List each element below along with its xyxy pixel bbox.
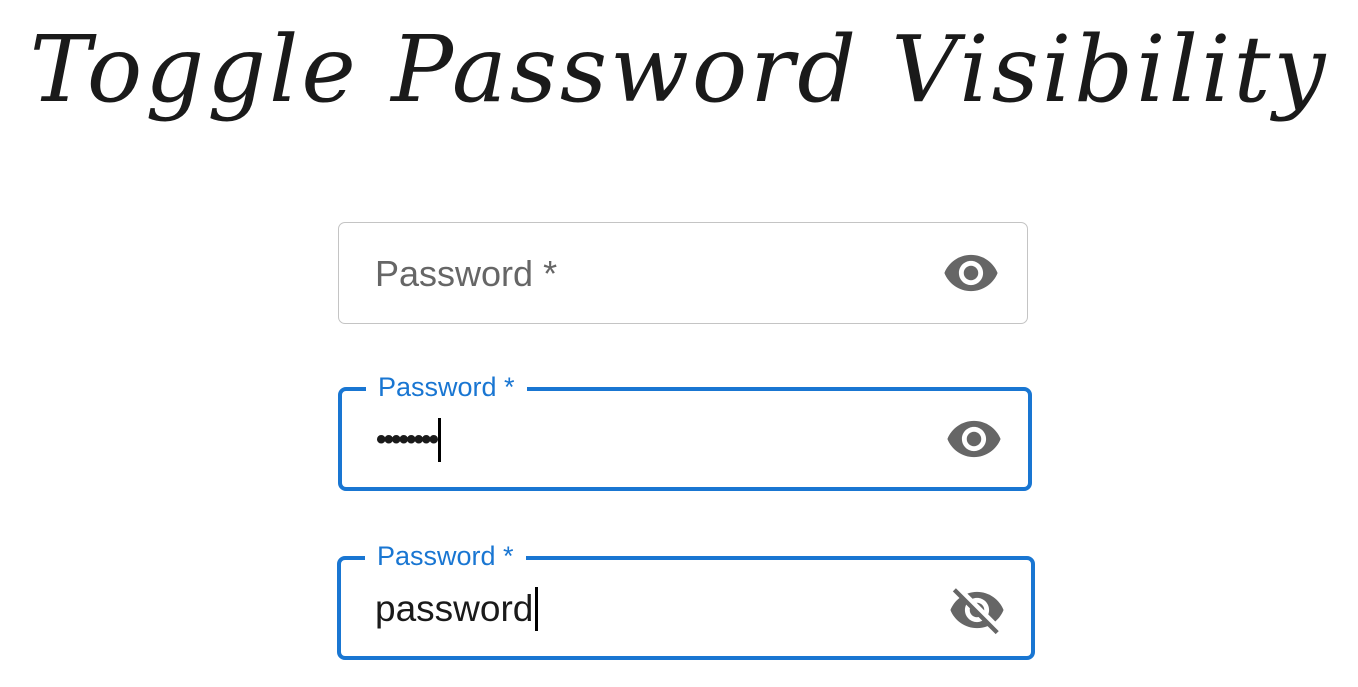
password-field-masked[interactable]: Password * •••••••• [338, 371, 1032, 491]
password-field-visible[interactable]: Password * password [337, 540, 1035, 660]
toggle-visibility-button[interactable] [941, 243, 1001, 303]
eye-icon [944, 254, 998, 292]
password-input-visible[interactable]: password [375, 587, 538, 631]
password-label: Password * [365, 540, 526, 572]
page-title: Toggle Password Visibility [29, 16, 1329, 123]
password-label: Password * [366, 371, 527, 403]
password-placeholder: Password * [375, 253, 558, 294]
password-input-masked[interactable]: •••••••• [376, 418, 441, 462]
text-caret [535, 587, 538, 631]
eye-icon [947, 420, 1001, 458]
password-field-empty[interactable]: Password * [338, 222, 1028, 324]
toggle-visibility-button[interactable] [944, 409, 1004, 469]
masked-value: •••••••• [376, 423, 439, 456]
toggle-visibility-button[interactable] [947, 580, 1007, 640]
eye-off-icon [950, 588, 1004, 635]
text-caret [438, 418, 441, 462]
visible-value: password [375, 588, 534, 629]
